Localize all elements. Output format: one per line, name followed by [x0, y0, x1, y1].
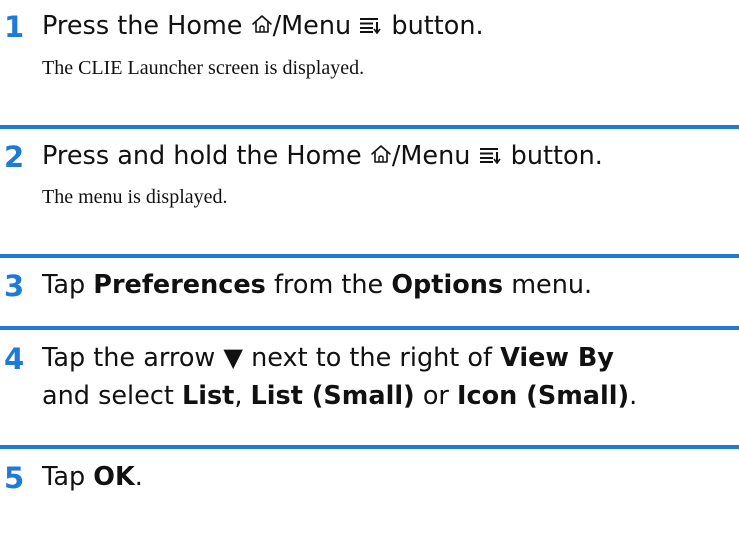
step-instruction: Press and hold the Home /Menu button.: [42, 141, 603, 171]
view-by-setting: View By: [500, 343, 614, 373]
step-note: The CLIE Launcher screen is displayed.: [42, 57, 365, 79]
step-note: The menu is displayed.: [42, 186, 228, 208]
home-icon: [370, 144, 392, 164]
arrow-down-icon: ▼: [223, 343, 244, 373]
step-instruction: Tap the arrow ▼ next to the right of Vie…: [42, 343, 614, 373]
home-icon: [251, 14, 273, 34]
list-option: List: [181, 381, 235, 411]
step-number: 3: [4, 269, 25, 303]
step-number: 4: [4, 342, 25, 376]
step-instruction: Tap OK.: [42, 462, 143, 492]
list-small-option: List (Small): [250, 381, 415, 411]
step-divider: [0, 445, 739, 449]
menu-icon: [359, 16, 383, 34]
icon-small-option: Icon (Small): [457, 381, 630, 411]
step-divider: [0, 254, 739, 258]
ok-button-label: OK: [93, 462, 135, 492]
step-number: 2: [4, 140, 25, 174]
step-instruction: Tap Preferences from the Options menu.: [42, 270, 593, 300]
step-divider: [0, 125, 739, 129]
step-instruction: Press the Home /Menu button.: [42, 11, 484, 41]
step-instruction-continued: and select List, List (Small) or Icon (S…: [42, 381, 638, 411]
menu-icon: [479, 146, 503, 164]
step-divider: [0, 326, 739, 330]
preferences-menu-item: Preferences: [93, 270, 266, 300]
step-number: 5: [4, 461, 25, 495]
step-number: 1: [4, 10, 25, 44]
options-menu: Options: [391, 270, 504, 300]
